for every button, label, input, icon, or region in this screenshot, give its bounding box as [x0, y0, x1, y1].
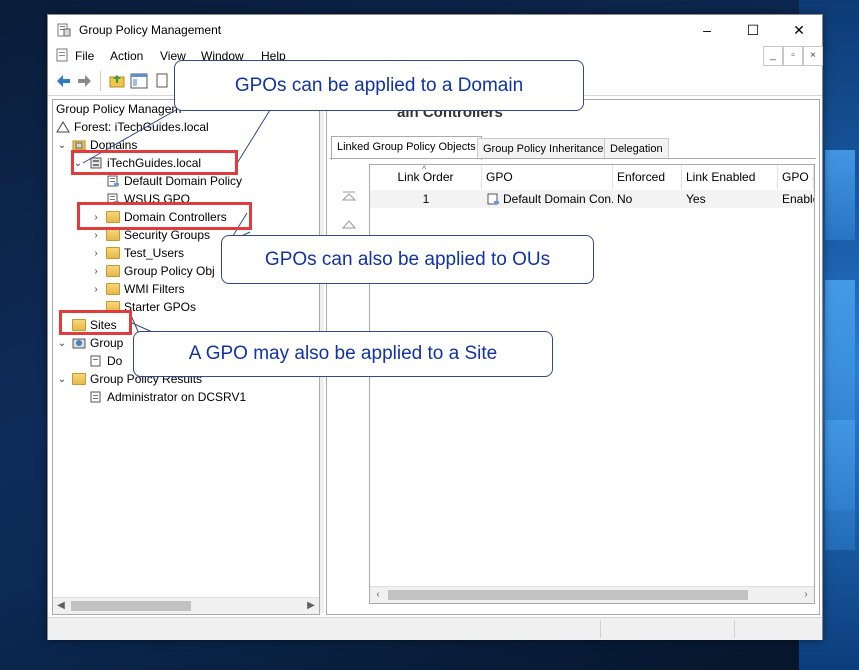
chevron-down-icon[interactable]: ⌄ — [57, 335, 67, 352]
forest-triangle-icon — [56, 121, 70, 133]
tree-node-label: Do — [107, 354, 123, 368]
chevron-down-icon[interactable]: ⌄ — [57, 371, 67, 388]
callout-domain: GPOs can be applied to a Domain — [174, 60, 584, 111]
chevron-right-icon[interactable]: › — [91, 263, 101, 280]
forward-arrow-icon[interactable] — [76, 72, 94, 90]
tree-node-label: Group — [90, 336, 124, 350]
status-bar — [48, 617, 822, 640]
ou-highlight-box — [77, 202, 252, 230]
chevron-down-icon[interactable]: ⌄ — [57, 137, 67, 154]
column-header-gpo-status[interactable]: GPO S — [778, 165, 814, 189]
move-up-icon[interactable] — [341, 218, 357, 232]
menu-file[interactable]: File — [75, 49, 94, 63]
tree-node-label: Administrator on DCSRV1 — [107, 390, 247, 404]
report-icon — [90, 355, 101, 367]
results-folder-icon — [72, 373, 86, 385]
move-to-top-icon[interactable] — [341, 190, 357, 204]
mdi-restore-button[interactable]: ▫ — [783, 46, 803, 66]
tree-results-child[interactable]: Administrator on DCSRV1 — [89, 389, 246, 406]
mmc-doc-icon[interactable] — [55, 48, 69, 62]
cell-enforced: No — [617, 192, 633, 206]
domain-highlight-box — [71, 150, 238, 175]
modeling-icon — [72, 338, 86, 349]
status-cell — [600, 620, 735, 638]
tree-node-label: Default Domain Policy — [124, 174, 243, 188]
callout-ou: GPOs can also be applied to OUs — [221, 235, 594, 284]
up-folder-icon[interactable] — [108, 72, 126, 90]
windows-logo-pane — [825, 420, 855, 550]
scroll-left-icon[interactable]: ◀ — [53, 598, 69, 614]
chevron-right-icon[interactable]: › — [91, 281, 101, 298]
scroll-right-icon[interactable]: ▶ — [303, 598, 319, 614]
ou-folder-icon — [106, 229, 120, 241]
mdi-minimize-button[interactable]: _ — [763, 46, 783, 66]
window-title: Group Policy Management — [79, 23, 222, 37]
cell-link-order: 1 — [422, 192, 430, 206]
callout-site: A GPO may also be applied to a Site — [133, 331, 553, 377]
tree-root-label: Group Policy Managem — [56, 102, 182, 116]
maximize-button[interactable]: ☐ — [730, 15, 776, 45]
column-header-gpo[interactable]: GPO — [482, 165, 613, 189]
scroll-left-icon[interactable]: ‹ — [370, 587, 386, 603]
tree-horizontal-scrollbar[interactable]: ◀ ▶ — [53, 597, 319, 614]
cell-gpo-status: Enable — [782, 192, 814, 206]
tree-node-label: Test_Users — [124, 246, 185, 260]
cell-gpo-name: Default Domain Con... — [503, 192, 613, 206]
tree-node-label: Security Groups — [124, 228, 211, 242]
folder-icon — [106, 265, 120, 277]
report-icon — [90, 391, 101, 403]
tree-forest[interactable]: Forest: iTechGuides.local — [56, 119, 209, 136]
scrollbar-thumb[interactable] — [71, 601, 191, 611]
cell-gpo: Default Domain Con... — [482, 190, 613, 208]
gpo-link-icon — [107, 175, 119, 187]
back-arrow-icon[interactable] — [54, 72, 72, 90]
copy-icon[interactable] — [154, 72, 172, 90]
tree-node-label: Group Policy Obj — [124, 264, 215, 278]
title-bar[interactable]: Group Policy Management – ☐ ✕ — [48, 15, 822, 45]
gpo-link-icon — [487, 193, 499, 205]
tab-linked-gpos[interactable]: Linked Group Policy Objects — [331, 136, 482, 160]
toolbar-separator — [100, 71, 101, 91]
tree-gpo-link[interactable]: Default Domain Policy — [106, 173, 242, 190]
status-cell — [734, 620, 822, 638]
ou-folder-icon — [106, 247, 120, 259]
column-header-link-enabled[interactable]: Link Enabled — [682, 165, 778, 189]
sites-highlight-box — [59, 310, 132, 335]
gpmc-app-icon — [57, 23, 71, 37]
tab-delegation[interactable]: Delegation — [604, 138, 669, 159]
minimize-button[interactable]: – — [684, 15, 730, 45]
tree-ou-test-users[interactable]: Test_Users — [106, 245, 184, 262]
tree-wmi-filters[interactable]: WMI Filters — [106, 281, 185, 298]
windows-logo-pane — [825, 150, 855, 240]
folder-icon — [106, 283, 120, 295]
scrollbar-thumb[interactable] — [388, 590, 748, 600]
tree-modeling-child[interactable]: Do — [89, 353, 122, 370]
show-hide-tree-icon[interactable] — [130, 72, 148, 90]
sort-up-icon: ^ — [422, 164, 427, 174]
tree-node-label: Starter GPOs — [124, 300, 197, 314]
scroll-right-icon[interactable]: › — [798, 587, 814, 603]
tree-gp-objects[interactable]: Group Policy Obj — [106, 263, 215, 280]
close-button[interactable]: ✕ — [776, 15, 822, 45]
grid-horizontal-scrollbar[interactable]: ‹ › — [370, 586, 814, 603]
tab-gp-inheritance[interactable]: Group Policy Inheritance — [477, 138, 610, 159]
tree-node-label: WMI Filters — [124, 282, 185, 296]
tree-gp-modeling[interactable]: Group — [72, 335, 123, 352]
tree-root[interactable]: Group Policy Managem — [56, 101, 181, 118]
mdi-close-button[interactable]: × — [803, 46, 823, 66]
cell-link-enabled: Yes — [686, 192, 706, 206]
tree-forest-label: Forest: iTechGuides.local — [74, 120, 209, 134]
linked-gpo-grid: Link Order GPO Enforced Link Enabled GPO… — [369, 164, 815, 604]
column-header-enforced[interactable]: Enforced — [613, 165, 682, 189]
menu-action[interactable]: Action — [110, 49, 143, 63]
chevron-right-icon[interactable]: › — [91, 245, 101, 262]
